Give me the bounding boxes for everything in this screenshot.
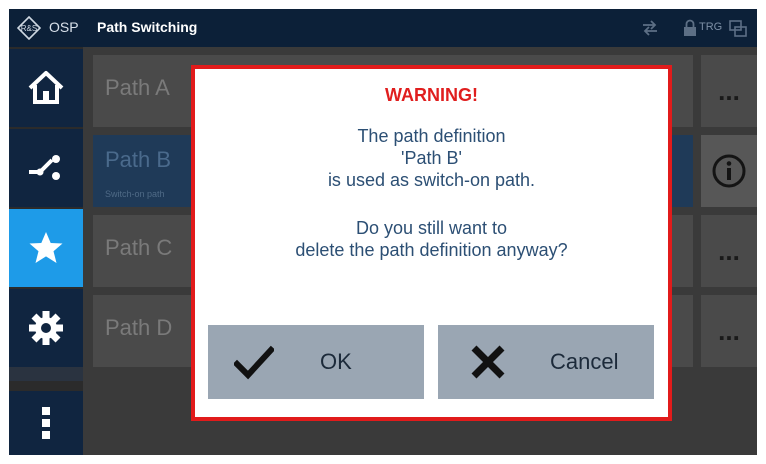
cancel-button-label: Cancel [550, 349, 619, 374]
dialog-message-line: 'Path B' [401, 148, 462, 168]
vertical-dots-icon [42, 407, 50, 439]
swap-arrows-icon [643, 20, 657, 36]
sidebar-item-settings[interactable] [9, 289, 83, 367]
screen-icon[interactable] [729, 19, 747, 37]
page-title: Path Switching [97, 19, 198, 35]
path-label: Path D [105, 315, 173, 340]
dialog-message-line: Do you still want to [355, 218, 508, 238]
device-screen: R&S OSP Path Switching TRG Path A Path B… [9, 9, 757, 455]
app-name: OSP [49, 19, 79, 35]
title-bar: R&S OSP Path Switching TRG [9, 9, 757, 47]
info-icon [712, 154, 746, 188]
path-sublabel: Switch-on path [105, 189, 165, 199]
sidebar-item-paths[interactable] [9, 129, 83, 207]
lock-icon [684, 19, 696, 36]
path-options-button[interactable]: ... [701, 295, 757, 367]
sidebar [9, 47, 83, 455]
ok-button[interactable]: OK [208, 325, 424, 399]
trigger-label: TRG [699, 21, 723, 33]
gear-icon [29, 311, 63, 345]
checkmark-icon [234, 345, 274, 380]
path-label: Path A [105, 75, 170, 100]
switch-path-icon [29, 155, 60, 180]
dialog-message-line: is used as switch-on path. [327, 170, 536, 190]
path-label: Path C [105, 235, 173, 260]
warning-dialog: WARNING! The path definition 'Path B' is… [191, 65, 672, 421]
home-icon [28, 71, 64, 104]
rs-logo-icon: R&S [17, 16, 41, 40]
dialog-title: WARNING! [385, 85, 478, 105]
cancel-button[interactable]: Cancel [438, 325, 654, 399]
star-icon [29, 232, 63, 263]
close-icon [471, 345, 505, 379]
path-info-button[interactable] [701, 135, 757, 207]
sidebar-item-favorites[interactable] [9, 209, 83, 287]
svg-text:R&S: R&S [21, 24, 37, 33]
sidebar-item-more[interactable] [9, 391, 83, 455]
path-label: Path B [105, 147, 172, 172]
dialog-message-line: The path definition [357, 126, 506, 146]
path-options-button[interactable]: ... [701, 55, 757, 127]
sidebar-spacer [9, 367, 83, 381]
sidebar-item-home[interactable] [9, 49, 83, 127]
ok-button-label: OK [320, 349, 352, 374]
path-options-button[interactable]: ... [701, 215, 757, 287]
dialog-message-line: delete the path definition anyway? [295, 240, 568, 260]
